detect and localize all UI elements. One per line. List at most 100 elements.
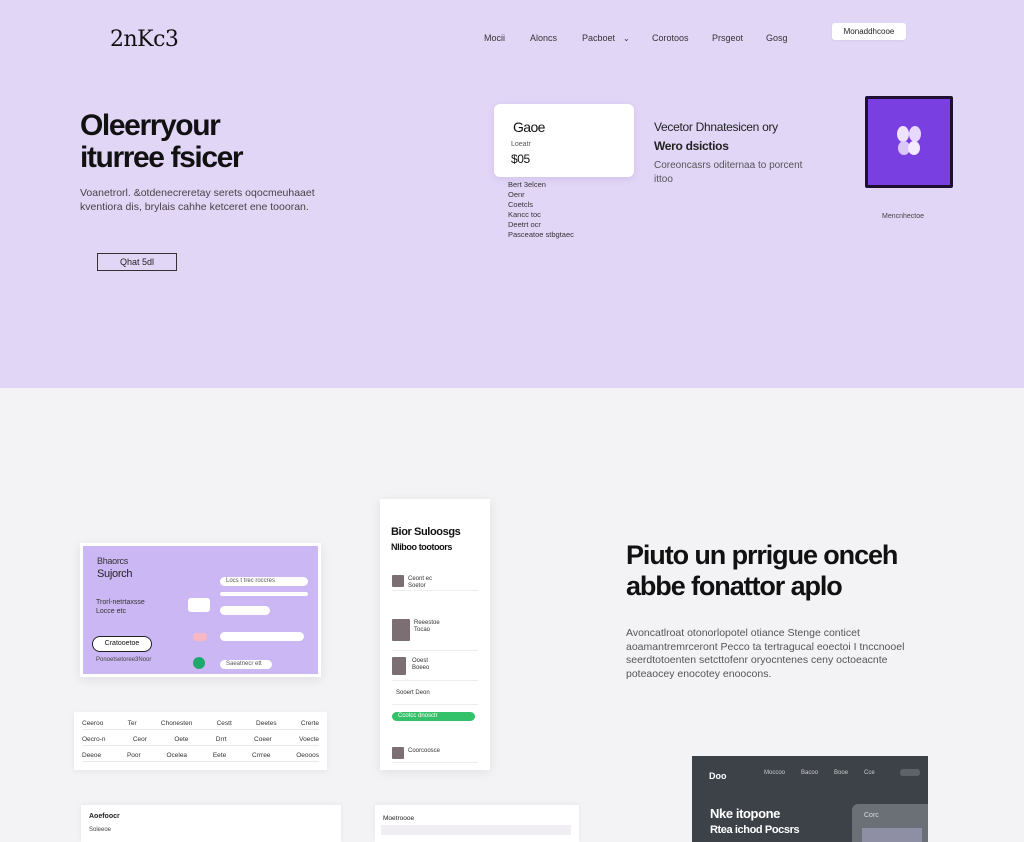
list-item-sub: Deon (415, 690, 430, 696)
mockup-form-heading: Sujorch (97, 568, 133, 580)
feature-title-line-1: Vecetor Dhnatesicen ory (654, 120, 778, 134)
list-item-text: Sooert Deon (396, 690, 430, 697)
mockup-input-3[interactable]: Saeatnecr ett (220, 660, 272, 669)
mockup-bottom-card-2: Moetroooe (375, 805, 579, 842)
table-row: Ceeroo Ter Chonesten Cestt Deetes Crerte (82, 718, 319, 730)
list-item[interactable]: Ceont ec Soetor (392, 573, 478, 591)
list-item-sub: Soetor (408, 583, 426, 589)
list-item-sub: Boeeo (412, 665, 430, 671)
mockup-form-title: Bhaorcs Sujorch (97, 555, 133, 581)
bottom-card-1-title: Aoefoocr (89, 813, 120, 820)
hero-title: Oleerryour iturree fsicer (80, 110, 400, 174)
hero-title-line-1: Oleerryour (80, 109, 221, 142)
section-body: Avoncatlroat otonorlopotel otiance Steng… (626, 627, 905, 680)
table-cell: Poor (126, 752, 141, 759)
table-cell: Coeer (254, 736, 272, 743)
dark-nav-item[interactable]: Moccoo (764, 770, 785, 776)
bottom-card-2-bar (381, 825, 571, 835)
list-item-text: Reeestoe Tocao (414, 620, 440, 634)
list-item-title: Ooest (412, 658, 429, 664)
mockup-data-table: Ceeroo Ter Chonesten Cestt Deetes Crerte… (74, 712, 327, 770)
mockup-phone-screen: Bior Suloosgs Nliboo tootoors Ceont ec So… (380, 499, 490, 770)
list-item[interactable]: Sooert Deon (392, 687, 478, 705)
promo-tile[interactable] (865, 96, 953, 188)
header-cta-button[interactable]: Monaddhcooe (832, 23, 906, 40)
mockup-form-label: Locce etc (96, 608, 126, 615)
plan-feature-item: Deetrt ocr (508, 220, 541, 229)
nav-item-5[interactable]: Prsgeot (712, 33, 743, 43)
table-cell: Deetes (256, 720, 277, 727)
nav-item-3-dropdown[interactable]: Pacboet ⌄ (582, 33, 630, 43)
dark-nav-item[interactable]: Bacoo (801, 770, 818, 776)
hands-icon (897, 126, 921, 155)
dark-card-button[interactable] (900, 769, 920, 776)
phone-title: Bior Suloosgs Nliboo tootoors (391, 525, 461, 555)
phone-footer-text: Coorcoosce (408, 748, 441, 754)
mockup-mini-box (188, 598, 210, 612)
mockup-dark-website: Doo Moccoo Bacoo Booe Cce Nke itopone Rt… (692, 756, 928, 842)
list-item-title: Sooert (396, 690, 414, 696)
dark-card-nav: Moccoo Bacoo Booe Cce (764, 770, 875, 776)
thumbnail-image (392, 657, 406, 675)
dark-card-brand[interactable]: Doo (709, 771, 727, 781)
table-cell: Cestt (216, 720, 232, 727)
table-cell: Crrree (252, 752, 271, 759)
plan-card[interactable]: Gaoe Loeatr $05 (494, 104, 634, 177)
table-cell: Deeoe (82, 752, 102, 759)
feature-title-line-2: Wero dsictios (654, 139, 729, 153)
mockup-input-short[interactable] (220, 606, 270, 615)
list-item[interactable]: Reeestoe Tocao (392, 617, 478, 651)
thumbnail-image (392, 619, 410, 641)
phone-green-button[interactable]: Ccotcc dnosctr (392, 712, 475, 721)
hero-title-line-2: iturree fsicer (80, 141, 244, 174)
dark-card-title: Nke itopone Rtea ichod Pocsrs (710, 806, 800, 838)
thumbnail-image (392, 575, 404, 587)
dark-nav-item[interactable]: Booe (834, 770, 848, 776)
mockup-form-eyebrow: Bhaorcs (97, 556, 128, 566)
hero-subtitle: Voanetrorl. &otdenecreretay serets oqocm… (80, 187, 315, 213)
chevron-down-icon: ⌄ (623, 34, 630, 43)
mockup-form-footer: Ponoetsetoree3Noor (96, 657, 152, 663)
list-item[interactable]: Coorcoosce (392, 745, 478, 763)
site-logo[interactable]: 2nKc3 (110, 27, 179, 52)
mockup-form-card: Bhaorcs Sujorch Trorl-netrtaxsse Locce e… (80, 543, 321, 677)
mockup-input-line (220, 592, 308, 596)
list-item-title: Ceont ec (408, 576, 433, 582)
plan-feature-list: Bert 3elcen Oenr Coetcls Kancc toc Deetr… (508, 180, 574, 240)
mockup-input-2[interactable] (220, 632, 304, 641)
list-item-text: Ooest Boeeo (412, 658, 429, 672)
bottom-card-1-subtitle: Soleeoe (89, 827, 112, 833)
table-cell: Oeooos (296, 752, 319, 759)
table-cell: Ter (127, 720, 137, 727)
table-cell: Drrt (215, 736, 227, 743)
nav-item-4[interactable]: Corotoos (652, 33, 689, 43)
mockup-tag (193, 633, 207, 641)
dark-nav-item[interactable]: Cce (864, 770, 875, 776)
feature-subtitle: Coreoncasrs oditernaa to porcent ittoo (654, 160, 803, 185)
mockup-form-label: Trorl-netrtaxsse (96, 599, 145, 606)
table-cell: Ceeroo (82, 720, 104, 727)
table-row: Deeoe Poor Ocelea Eete Crrree Oeooos (82, 750, 319, 762)
table-cell: Ceor (132, 736, 147, 743)
nav-item-1[interactable]: Mocii (484, 33, 505, 43)
nav-item-2[interactable]: Aloncs (530, 33, 557, 43)
table-cell: Voecte (299, 736, 319, 743)
table-cell: Oecro-n (82, 736, 106, 743)
table-cell: Oete (174, 736, 189, 743)
list-item[interactable]: Ooest Boeeo (392, 655, 478, 681)
dark-card-panel: Corc (852, 804, 928, 842)
table-cell: Ocelea (166, 752, 188, 759)
plan-feature-item: Kancc toc (508, 210, 541, 219)
dark-card-panel-label: Corc (864, 812, 879, 819)
phone-title-line-2: Nliboo tootoors (391, 542, 452, 552)
list-item-text: Ceont ec Soetor (408, 576, 432, 590)
mockup-pill-button[interactable]: Cratooetoe (92, 636, 152, 652)
table-cell: Crerte (300, 720, 319, 727)
table-row: Oecro-n Ceor Oete Drrt Coeer Voecte (82, 734, 319, 746)
plan-name: Gaoe (513, 119, 545, 135)
status-dot-icon (193, 657, 205, 669)
plan-price: $05 (511, 152, 530, 166)
hero-cta-button[interactable]: Qhat 5dl (97, 253, 177, 271)
nav-item-6[interactable]: Gosg (766, 33, 788, 43)
mockup-input[interactable]: Locs t trec roccres (220, 577, 308, 586)
